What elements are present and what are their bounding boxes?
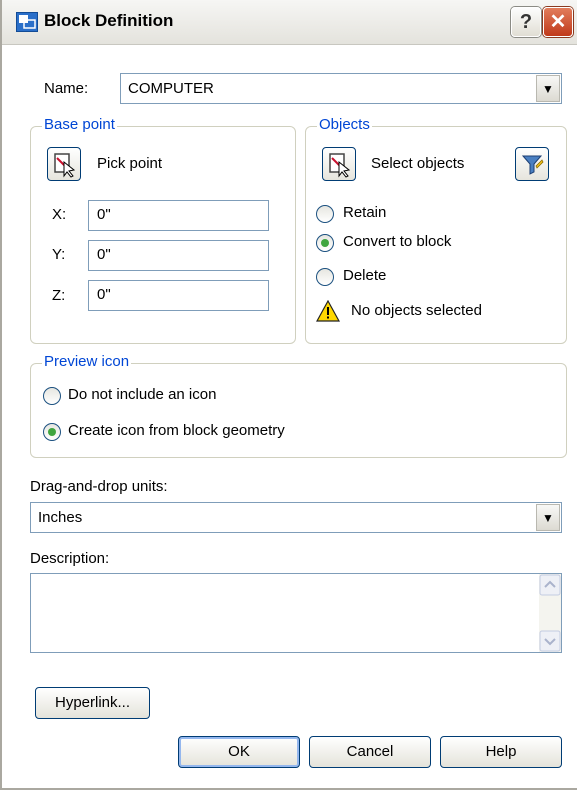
- description-label: Description:: [30, 550, 110, 567]
- chevron-down-icon: ▼: [542, 511, 554, 525]
- z-input[interactable]: 0": [88, 280, 269, 311]
- y-value: 0": [97, 246, 111, 263]
- convert-to-block-radio[interactable]: [316, 234, 334, 252]
- units-dropdown-button[interactable]: ▼: [536, 504, 560, 531]
- ok-button[interactable]: OK: [178, 736, 300, 768]
- y-label: Y:: [52, 246, 66, 263]
- icon-from-geometry-label: Create icon from block geometry: [68, 422, 285, 439]
- cancel-button[interactable]: Cancel: [309, 736, 431, 768]
- preview-icon-legend: Preview icon: [42, 353, 132, 370]
- retain-radio[interactable]: [316, 205, 334, 223]
- x-value: 0": [97, 206, 111, 223]
- objects-legend: Objects: [317, 116, 372, 133]
- hyperlink-button[interactable]: Hyperlink...: [35, 687, 150, 719]
- warning-icon: [316, 300, 340, 322]
- units-combobox[interactable]: Inches ▼: [30, 502, 562, 533]
- select-objects-icon: [329, 153, 351, 178]
- retain-label: Retain: [343, 204, 387, 221]
- select-objects-label: Select objects: [371, 155, 465, 172]
- no-icon-radio[interactable]: [43, 387, 61, 405]
- no-icon-label: Do not include an icon: [68, 386, 217, 403]
- convert-to-block-label: Convert to block: [343, 233, 452, 250]
- pick-point-button[interactable]: [47, 147, 81, 181]
- close-button[interactable]: ✕: [543, 7, 573, 37]
- help-button[interactable]: Help: [440, 736, 562, 768]
- icon-from-geometry-radio[interactable]: [43, 423, 61, 441]
- description-textarea[interactable]: [30, 573, 562, 653]
- z-value: 0": [97, 286, 111, 303]
- pick-point-icon: [54, 153, 76, 178]
- chevron-down-icon: ▼: [542, 82, 554, 96]
- quick-select-button[interactable]: [515, 147, 549, 181]
- block-definition-app-icon: [16, 12, 38, 32]
- select-objects-button[interactable]: [322, 147, 356, 181]
- z-label: Z:: [52, 287, 66, 304]
- quick-select-filter-icon: [521, 155, 544, 175]
- name-combobox[interactable]: COMPUTER ▼: [120, 73, 562, 104]
- units-label: Drag-and-drop units:: [30, 478, 168, 495]
- x-label: X:: [52, 206, 67, 223]
- y-input[interactable]: 0": [88, 240, 269, 271]
- delete-label: Delete: [343, 267, 387, 284]
- block-definition-dialog: Block Definition ? ✕ Name: COMPUTER ▼ Ba…: [0, 0, 577, 790]
- title-help-button[interactable]: ?: [511, 7, 541, 37]
- name-value: COMPUTER: [128, 80, 214, 97]
- window-title: Block Definition: [44, 11, 174, 30]
- description-scrollbar[interactable]: [539, 574, 561, 652]
- x-input[interactable]: 0": [88, 200, 269, 231]
- scroll-down-icon[interactable]: [539, 630, 561, 652]
- scroll-up-icon[interactable]: [539, 574, 561, 596]
- delete-radio[interactable]: [316, 268, 334, 286]
- base-point-legend: Base point: [42, 116, 117, 133]
- name-label: Name:: [44, 80, 89, 97]
- units-value: Inches: [38, 509, 83, 526]
- name-dropdown-button[interactable]: ▼: [536, 75, 560, 102]
- title-bar[interactable]: Block Definition ? ✕: [2, 0, 577, 45]
- no-objects-warning: No objects selected: [351, 302, 482, 319]
- pick-point-label: Pick point: [97, 155, 163, 172]
- preview-icon-group: [30, 363, 567, 458]
